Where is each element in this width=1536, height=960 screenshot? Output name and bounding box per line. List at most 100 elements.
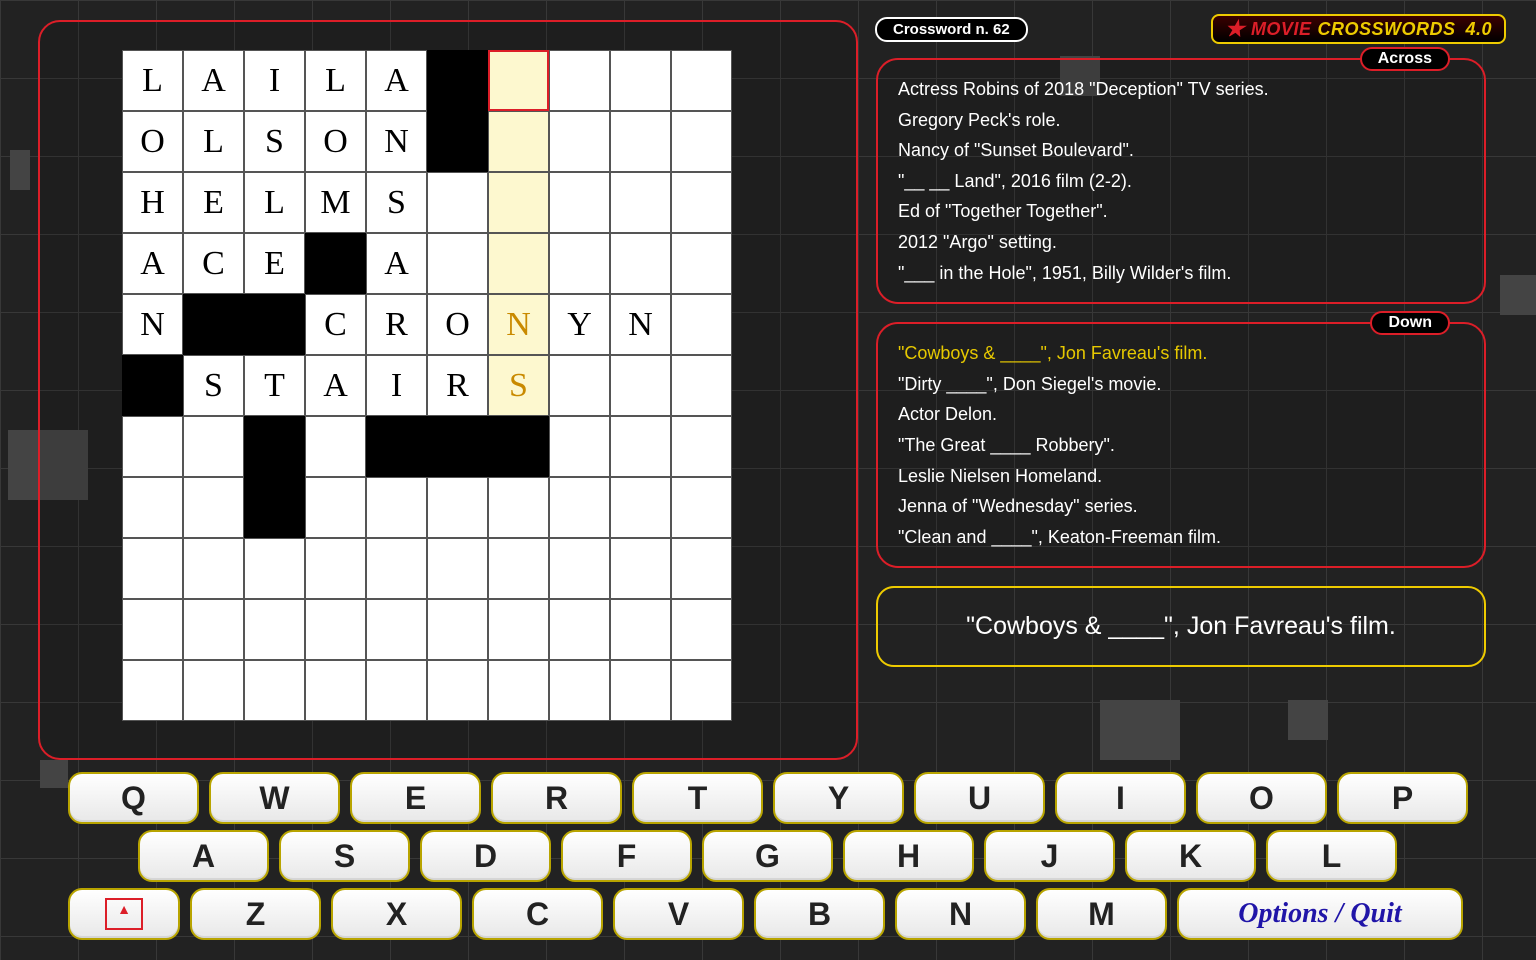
grid-cell[interactable] bbox=[366, 599, 427, 660]
grid-cell[interactable]: A bbox=[305, 355, 366, 416]
key-y[interactable]: Y bbox=[773, 772, 904, 824]
grid-cell[interactable] bbox=[366, 660, 427, 721]
grid-cell[interactable] bbox=[488, 50, 549, 111]
key-b[interactable]: B bbox=[754, 888, 885, 940]
key-k[interactable]: K bbox=[1125, 830, 1256, 882]
grid-cell[interactable] bbox=[366, 538, 427, 599]
grid-cell[interactable]: O bbox=[122, 111, 183, 172]
grid-cell[interactable] bbox=[671, 294, 732, 355]
grid-cell[interactable] bbox=[122, 538, 183, 599]
key-z[interactable]: Z bbox=[190, 888, 321, 940]
clue-line[interactable]: "__ __ Land", 2016 film (2-2). bbox=[898, 166, 1464, 197]
clue-line[interactable]: "The Great ____ Robbery". bbox=[898, 430, 1464, 461]
grid-cell[interactable] bbox=[549, 355, 610, 416]
key-e[interactable]: E bbox=[350, 772, 481, 824]
grid-cell[interactable]: L bbox=[244, 172, 305, 233]
options-quit-button[interactable]: Options / Quit bbox=[1177, 888, 1463, 940]
grid-cell[interactable]: A bbox=[122, 233, 183, 294]
grid-cell[interactable]: M bbox=[305, 172, 366, 233]
grid-cell[interactable] bbox=[183, 416, 244, 477]
grid-cell[interactable]: I bbox=[366, 355, 427, 416]
grid-cell[interactable]: R bbox=[427, 355, 488, 416]
grid-cell[interactable]: S bbox=[244, 111, 305, 172]
grid-cell[interactable] bbox=[671, 416, 732, 477]
grid-cell[interactable] bbox=[549, 50, 610, 111]
grid-cell[interactable] bbox=[671, 50, 732, 111]
grid-cell[interactable] bbox=[122, 599, 183, 660]
grid-cell[interactable] bbox=[427, 172, 488, 233]
key-q[interactable]: Q bbox=[68, 772, 199, 824]
grid-cell[interactable]: L bbox=[305, 50, 366, 111]
grid-cell[interactable] bbox=[122, 660, 183, 721]
grid-cell[interactable] bbox=[610, 477, 671, 538]
grid-cell[interactable]: E bbox=[183, 172, 244, 233]
grid-cell[interactable]: A bbox=[366, 50, 427, 111]
grid-cell[interactable]: N bbox=[366, 111, 427, 172]
grid-cell[interactable] bbox=[305, 660, 366, 721]
grid-cell[interactable] bbox=[671, 477, 732, 538]
key-p[interactable]: P bbox=[1337, 772, 1468, 824]
key-delete[interactable]: ▲ bbox=[68, 888, 180, 940]
grid-cell[interactable] bbox=[488, 477, 549, 538]
grid-cell[interactable] bbox=[549, 599, 610, 660]
clue-line[interactable]: "___ in the Hole", 1951, Billy Wilder's … bbox=[898, 258, 1464, 289]
grid-cell[interactable] bbox=[427, 477, 488, 538]
grid-cell[interactable] bbox=[427, 538, 488, 599]
grid-cell[interactable] bbox=[305, 538, 366, 599]
grid-cell[interactable]: S bbox=[183, 355, 244, 416]
grid-cell[interactable] bbox=[671, 233, 732, 294]
clue-line[interactable]: "Cowboys & ____", Jon Favreau's film. bbox=[898, 338, 1464, 369]
grid-cell[interactable]: C bbox=[183, 233, 244, 294]
key-u[interactable]: U bbox=[914, 772, 1045, 824]
key-v[interactable]: V bbox=[613, 888, 744, 940]
clue-line[interactable]: Actress Robins of 2018 "Deception" TV se… bbox=[898, 74, 1464, 105]
key-r[interactable]: R bbox=[491, 772, 622, 824]
grid-cell[interactable] bbox=[549, 538, 610, 599]
grid-cell[interactable] bbox=[427, 233, 488, 294]
key-h[interactable]: H bbox=[843, 830, 974, 882]
clue-line[interactable]: 2012 "Argo" setting. bbox=[898, 227, 1464, 258]
grid-cell[interactable] bbox=[671, 538, 732, 599]
key-c[interactable]: C bbox=[472, 888, 603, 940]
grid-cell[interactable] bbox=[122, 416, 183, 477]
key-l[interactable]: L bbox=[1266, 830, 1397, 882]
crossword-grid[interactable]: LAILAOLSONHELMSACEANCRONYNSTAIRS bbox=[122, 50, 732, 721]
grid-cell[interactable]: N bbox=[610, 294, 671, 355]
grid-cell[interactable]: N bbox=[122, 294, 183, 355]
grid-cell[interactable]: S bbox=[488, 355, 549, 416]
grid-cell[interactable]: H bbox=[122, 172, 183, 233]
grid-cell[interactable] bbox=[549, 111, 610, 172]
key-f[interactable]: F bbox=[561, 830, 692, 882]
grid-cell[interactable] bbox=[549, 233, 610, 294]
grid-cell[interactable] bbox=[488, 172, 549, 233]
grid-cell[interactable] bbox=[671, 660, 732, 721]
grid-cell[interactable] bbox=[305, 599, 366, 660]
grid-cell[interactable]: A bbox=[366, 233, 427, 294]
clue-line[interactable]: Nancy of "Sunset Boulevard". bbox=[898, 135, 1464, 166]
key-d[interactable]: D bbox=[420, 830, 551, 882]
grid-cell[interactable] bbox=[427, 660, 488, 721]
clue-line[interactable]: Gregory Peck's role. bbox=[898, 105, 1464, 136]
grid-cell[interactable] bbox=[671, 599, 732, 660]
clue-line[interactable]: Leslie Nielsen Homeland. bbox=[898, 461, 1464, 492]
key-t[interactable]: T bbox=[632, 772, 763, 824]
grid-cell[interactable] bbox=[549, 660, 610, 721]
grid-cell[interactable] bbox=[671, 111, 732, 172]
clue-line[interactable]: "Dirty ____", Don Siegel's movie. bbox=[898, 369, 1464, 400]
grid-cell[interactable] bbox=[488, 233, 549, 294]
key-m[interactable]: M bbox=[1036, 888, 1167, 940]
key-a[interactable]: A bbox=[138, 830, 269, 882]
grid-cell[interactable] bbox=[610, 599, 671, 660]
grid-cell[interactable]: L bbox=[183, 111, 244, 172]
grid-cell[interactable] bbox=[610, 111, 671, 172]
grid-cell[interactable] bbox=[427, 599, 488, 660]
grid-cell[interactable] bbox=[549, 477, 610, 538]
grid-cell[interactable] bbox=[488, 599, 549, 660]
grid-cell[interactable] bbox=[183, 538, 244, 599]
key-j[interactable]: J bbox=[984, 830, 1115, 882]
grid-cell[interactable]: N bbox=[488, 294, 549, 355]
grid-cell[interactable]: O bbox=[305, 111, 366, 172]
grid-cell[interactable]: R bbox=[366, 294, 427, 355]
grid-cell[interactable]: S bbox=[366, 172, 427, 233]
key-s[interactable]: S bbox=[279, 830, 410, 882]
